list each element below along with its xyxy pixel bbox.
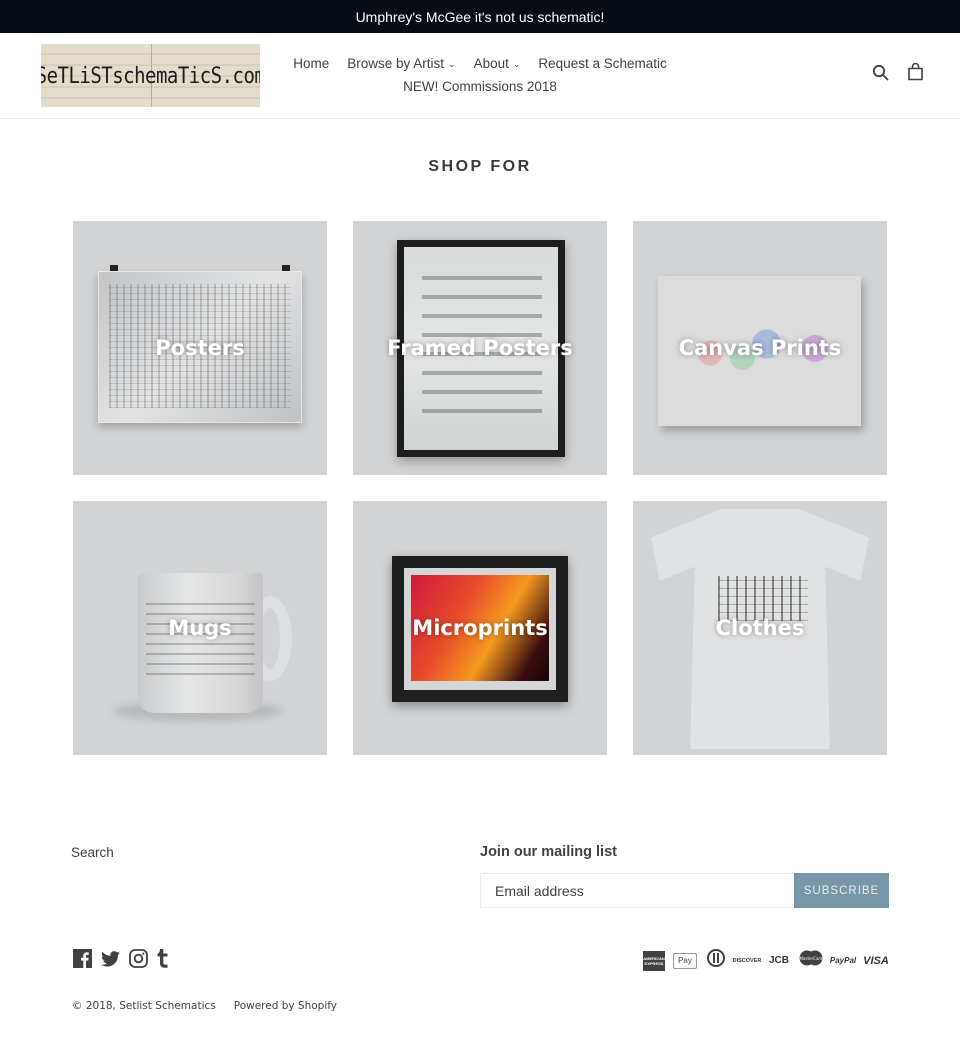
collection-title: Canvas Prints [678,336,842,360]
payment-icons: AMERICAN EXPRESS Pay DISCOVER JCB Master… [643,949,889,972]
nav-commissions-label: NEW! Commissions 2018 [403,79,557,94]
collection-title: Mugs [168,616,232,640]
logo[interactable]: SeTLiSTschemaTicS.com [41,44,260,107]
copyright-row: © 2018, Setlist Schematics Powered by Sh… [72,1000,337,1012]
copyright-text[interactable]: © 2018, Setlist Schematics [72,1000,216,1012]
collection-card-canvas-prints[interactable]: Canvas Prints [633,221,887,475]
nav-browse-label: Browse by Artist [347,56,445,71]
tumblr-icon[interactable] [157,949,169,968]
newsletter-form: SUBSCRIBE [480,873,889,908]
footer-search-link[interactable]: Search [71,845,114,860]
subscribe-button[interactable]: SUBSCRIBE [794,873,889,908]
main-nav: Home Browse by Artist ⌄ About ⌄ Request a … [280,53,680,98]
collection-card-microprints[interactable]: Microprints [353,501,607,755]
mailing-list-title: Join our mailing list [480,844,617,860]
social-links [73,949,169,968]
collection-title: Framed Posters [387,336,573,360]
collection-title: Clothes [715,616,805,640]
announcement-text[interactable]: Umphrey's McGee it's not us schematic! [356,9,605,25]
jcb-icon: JCB [768,955,789,966]
header-icons [872,63,924,81]
collection-card-mugs[interactable]: Mugs [73,501,327,755]
nav-browse-by-artist[interactable]: Browse by Artist ⌄ [347,53,455,76]
svg-text:MasterCard: MasterCard [799,956,822,961]
diners-club-icon [705,949,727,972]
chevron-down-icon: ⌄ [448,59,456,69]
visa-icon: VISA [863,954,889,967]
logo-text: SeTLiSTschemaTicS.com [41,62,260,89]
nav-commissions[interactable]: NEW! Commissions 2018 [403,76,557,98]
nav-request-schematic[interactable]: Request a Schematic [538,53,666,76]
chevron-down-icon: ⌄ [512,59,521,69]
mastercard-icon: MasterCard [799,950,823,971]
collection-card-framed-posters[interactable]: Framed Posters [353,221,607,475]
collection-card-posters[interactable]: Posters [73,221,327,475]
collection-title: Posters [155,336,245,360]
nav-home-label: Home [293,56,330,71]
collection-card-clothes[interactable]: Clothes [633,501,887,755]
nav-request-label: Request a Schematic [538,56,667,71]
nav-about-label: About [473,56,509,71]
paypal-icon: PayPal [829,956,857,965]
announcement-bar[interactable]: Umphrey's McGee it's not us schematic! [0,0,960,33]
amex-icon: AMERICAN EXPRESS [643,950,665,971]
nav-about[interactable]: About ⌄ [474,53,521,76]
email-input[interactable] [480,873,794,908]
instagram-icon[interactable] [129,949,148,968]
powered-by-link[interactable]: Powered by Shopify [234,1000,337,1012]
collection-title: Microprints [412,616,548,640]
nav-home[interactable]: Home [293,53,329,76]
cart-icon[interactable] [907,63,924,81]
search-icon[interactable] [872,64,889,81]
site-header: SeTLiSTschemaTicS.com Home Browse by Art… [0,33,960,119]
section-title: SHOP FOR [428,158,532,175]
apple-pay-icon: Pay [673,952,697,969]
twitter-icon[interactable] [101,950,120,967]
facebook-icon[interactable] [73,949,92,968]
discover-icon: DISCOVER [732,957,762,964]
